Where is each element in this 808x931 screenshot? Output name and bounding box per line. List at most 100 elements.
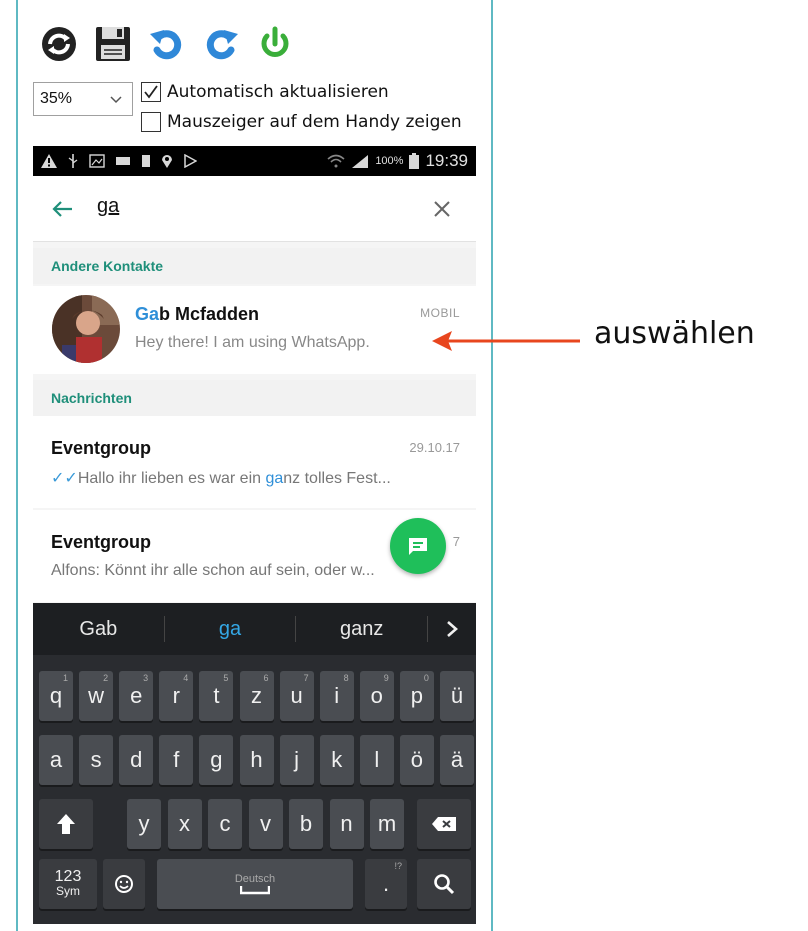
key-t[interactable]: t5 bbox=[199, 671, 234, 721]
key-ü[interactable]: ü bbox=[440, 671, 474, 721]
key-b[interactable]: b bbox=[289, 799, 323, 849]
symbols-key-bottom: Sym bbox=[55, 884, 80, 898]
message-preview: Alfons: Könnt ihr alle schon auf sein, o… bbox=[51, 562, 375, 579]
key-h[interactable]: h bbox=[239, 735, 274, 785]
key-w[interactable]: w2 bbox=[79, 671, 114, 721]
key-z[interactable]: z6 bbox=[239, 671, 274, 721]
close-icon[interactable] bbox=[432, 199, 452, 219]
auto-refresh-option[interactable]: Automatisch aktualisieren bbox=[141, 82, 389, 102]
key-u[interactable]: u7 bbox=[279, 671, 314, 721]
show-pointer-option[interactable]: Mauszeiger auf dem Handy zeigen bbox=[141, 112, 462, 132]
key-label: i bbox=[334, 683, 340, 708]
refresh-button[interactable] bbox=[38, 23, 80, 65]
annotation-label: auswählen bbox=[594, 316, 755, 351]
space-key[interactable]: Deutsch bbox=[157, 859, 353, 909]
emoji-icon bbox=[115, 875, 133, 893]
sim-icon bbox=[142, 155, 150, 167]
power-icon bbox=[261, 26, 289, 57]
key-g[interactable]: g bbox=[199, 735, 234, 785]
auto-refresh-checkbox[interactable] bbox=[141, 82, 161, 102]
key-number-hint: 3 bbox=[143, 673, 149, 683]
auto-refresh-label: Automatisch aktualisieren bbox=[167, 82, 389, 102]
back-arrow-icon[interactable] bbox=[51, 197, 75, 221]
key-label: x bbox=[179, 811, 190, 836]
status-bar: 100% 19:39 bbox=[33, 146, 476, 176]
key-c[interactable]: c bbox=[208, 799, 242, 849]
key-label: k bbox=[331, 747, 343, 772]
section-other-contacts: Andere Kontakte bbox=[33, 248, 476, 284]
key-number-hint: 8 bbox=[343, 673, 349, 683]
key-k[interactable]: k bbox=[319, 735, 354, 785]
key-number-hint: 7 bbox=[303, 673, 309, 683]
power-button[interactable] bbox=[254, 23, 296, 65]
battery-percent: 100% bbox=[375, 155, 404, 167]
phone-screen[interactable]: 100% 19:39 ga Andere Kontakte Gab Mcfadd… bbox=[33, 146, 476, 924]
shift-key[interactable] bbox=[39, 799, 93, 849]
avatar bbox=[52, 295, 120, 363]
emoji-key[interactable] bbox=[103, 859, 145, 909]
contact-name: Gab Mcfadden bbox=[135, 304, 259, 325]
backspace-key[interactable] bbox=[417, 799, 471, 849]
key-o[interactable]: o9 bbox=[359, 671, 394, 721]
undo-button[interactable] bbox=[146, 23, 188, 65]
message-preview-after: nz tolles Fest... bbox=[283, 470, 391, 487]
suggestion-ga[interactable]: ga bbox=[165, 618, 296, 641]
key-ö[interactable]: ö bbox=[399, 735, 434, 785]
key-label: m bbox=[377, 811, 397, 836]
key-s[interactable]: s bbox=[79, 735, 114, 785]
key-j[interactable]: j bbox=[279, 735, 314, 785]
key-p[interactable]: p0 bbox=[399, 671, 434, 721]
period-key-sup: !? bbox=[394, 861, 402, 871]
key-ä[interactable]: ä bbox=[440, 735, 474, 785]
message-date: 7 bbox=[452, 534, 460, 549]
search-bar: ga bbox=[33, 176, 476, 242]
key-m[interactable]: m bbox=[370, 799, 404, 849]
key-n[interactable]: n bbox=[329, 799, 364, 849]
read-ticks-icon: ✓✓ bbox=[51, 470, 78, 487]
panel-border-left bbox=[16, 0, 18, 931]
contact-status: Hey there! I am using WhatsApp. bbox=[135, 334, 370, 351]
key-number-hint: 9 bbox=[383, 673, 389, 683]
key-d[interactable]: d bbox=[119, 735, 154, 785]
key-x[interactable]: x bbox=[167, 799, 202, 849]
search-input[interactable]: ga bbox=[97, 195, 119, 218]
redo-icon bbox=[206, 30, 238, 60]
key-q[interactable]: q1 bbox=[39, 671, 73, 721]
period-key-label: . bbox=[382, 871, 390, 896]
checkmark-icon bbox=[144, 85, 158, 99]
suggestion-more-button[interactable] bbox=[428, 619, 476, 639]
key-a[interactable]: a bbox=[39, 735, 73, 785]
key-number-hint: 2 bbox=[103, 673, 109, 683]
key-i[interactable]: i8 bbox=[319, 671, 354, 721]
symbols-key[interactable]: 123 Sym bbox=[39, 859, 97, 909]
toolbar bbox=[38, 22, 296, 66]
key-l[interactable]: l bbox=[359, 735, 394, 785]
suggestion-ganz[interactable]: ganz bbox=[296, 618, 427, 641]
suggestion-gab[interactable]: Gab bbox=[33, 618, 164, 641]
key-v[interactable]: v bbox=[248, 799, 283, 849]
search-key[interactable] bbox=[417, 859, 471, 909]
key-label: e bbox=[130, 683, 143, 708]
save-button[interactable] bbox=[92, 23, 134, 65]
key-f[interactable]: f bbox=[159, 735, 194, 785]
key-number-hint: 1 bbox=[62, 673, 68, 683]
key-e[interactable]: e3 bbox=[119, 671, 154, 721]
show-pointer-checkbox[interactable] bbox=[141, 112, 161, 132]
period-key[interactable]: !? . bbox=[365, 859, 407, 909]
key-label: h bbox=[250, 747, 263, 772]
key-label: n bbox=[340, 811, 353, 836]
message-row[interactable]: Eventgroup 29.10.17 ✓✓Hallo ihr lieben e… bbox=[33, 416, 476, 508]
message-date: 29.10.17 bbox=[409, 440, 460, 455]
space-icon bbox=[240, 886, 270, 895]
new-chat-button[interactable] bbox=[390, 518, 446, 574]
contact-row-gab-mcfadden[interactable]: Gab Mcfadden Hey there! I am using Whats… bbox=[33, 286, 476, 374]
redo-button[interactable] bbox=[200, 23, 242, 65]
mirroring-panel: 35% Automatisch aktualisieren Mauszeiger… bbox=[0, 0, 497, 931]
key-label: d bbox=[130, 747, 143, 772]
zoom-select[interactable]: 35% bbox=[33, 82, 133, 116]
key-r[interactable]: r4 bbox=[159, 671, 194, 721]
image-icon bbox=[89, 154, 105, 168]
key-y[interactable]: y bbox=[127, 799, 161, 849]
avatar-photo bbox=[52, 295, 120, 363]
key-label: a bbox=[49, 747, 63, 772]
